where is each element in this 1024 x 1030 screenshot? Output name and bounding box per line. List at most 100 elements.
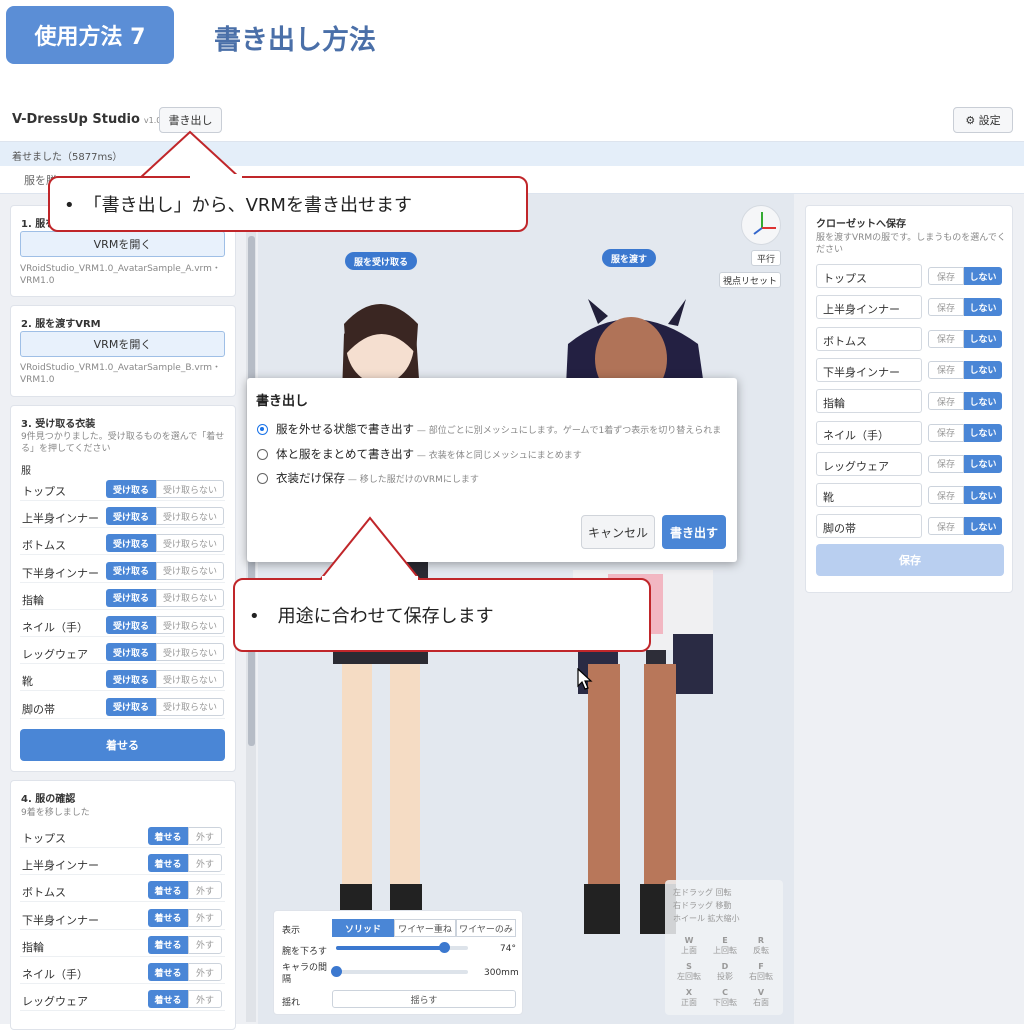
reset-view-button[interactable]: 視点リセット bbox=[719, 272, 781, 288]
closet-row: トップス 保存 しない bbox=[816, 264, 1004, 288]
skip-save-toggle[interactable]: しない bbox=[964, 267, 1002, 285]
save-toggle[interactable]: 保存 bbox=[928, 423, 964, 442]
skip-save-toggle[interactable]: しない bbox=[964, 392, 1002, 411]
skip-toggle[interactable]: 受け取らない bbox=[156, 588, 224, 607]
confirm-row: レッグウェア 着せる 外す bbox=[20, 989, 225, 1012]
item-label: 指輪 bbox=[816, 389, 922, 414]
skip-toggle[interactable]: 受け取らない bbox=[156, 697, 224, 716]
skip-toggle[interactable]: 受け取らない bbox=[156, 643, 224, 662]
skip-save-toggle[interactable]: しない bbox=[964, 423, 1002, 442]
receive-file-name: VRoidStudio_VRM1.0_AvatarSample_A.vrm・VR… bbox=[20, 264, 221, 286]
save-toggle[interactable]: 保存 bbox=[928, 392, 964, 411]
axis-gizmo[interactable] bbox=[741, 205, 781, 245]
help-line: 左ドラッグ 回転 bbox=[673, 888, 732, 897]
mode-wire-overlay[interactable]: ワイヤー重ね bbox=[394, 919, 456, 937]
receive-toggle[interactable]: 受け取る bbox=[106, 616, 156, 634]
save-toggle[interactable]: 保存 bbox=[928, 486, 964, 505]
skip-save-toggle[interactable]: しない bbox=[964, 298, 1002, 317]
sway-button[interactable]: 揺らす bbox=[332, 990, 516, 1008]
gap-slider-track[interactable] bbox=[336, 970, 468, 974]
key-action: 下回転 bbox=[713, 998, 737, 1007]
skip-toggle[interactable]: 受け取らない bbox=[156, 616, 224, 634]
gap-label: キャラの間隔 bbox=[282, 963, 328, 985]
wear-toggle[interactable]: 着せる bbox=[148, 908, 188, 927]
radio-button[interactable] bbox=[257, 424, 268, 435]
mode-wire-only[interactable]: ワイヤーのみ bbox=[456, 919, 516, 937]
skip-save-toggle[interactable]: しない bbox=[964, 329, 1002, 348]
skip-toggle[interactable]: 受け取らない bbox=[156, 670, 224, 689]
receive-toggle[interactable]: 受け取る bbox=[106, 643, 156, 662]
confirm-row: 上半身インナー 着せる 外す bbox=[20, 853, 225, 876]
skip-save-toggle[interactable]: しない bbox=[964, 517, 1002, 536]
receive-toggle[interactable]: 受け取る bbox=[106, 670, 156, 689]
skip-toggle[interactable]: 受け取らない bbox=[156, 507, 224, 526]
item-label: 脚の帯 bbox=[816, 514, 922, 539]
receive-toggle[interactable]: 受け取る bbox=[106, 561, 156, 580]
remove-toggle[interactable]: 外す bbox=[188, 881, 222, 900]
remove-toggle[interactable]: 外す bbox=[188, 854, 222, 873]
open-receive-vrm-button[interactable]: VRMを開く bbox=[20, 231, 225, 257]
remove-toggle[interactable]: 外す bbox=[188, 827, 222, 845]
option-label: 衣装だけ保存 bbox=[276, 471, 345, 485]
receive-toggle[interactable]: 受け取る bbox=[106, 507, 156, 526]
key-action: 上面 bbox=[681, 946, 697, 955]
key-letter: F bbox=[758, 962, 764, 971]
item-label: 靴 bbox=[816, 483, 922, 508]
save-toggle[interactable]: 保存 bbox=[928, 329, 964, 348]
callout-save: • 用途に合わせて保存します bbox=[233, 578, 651, 652]
radio-button[interactable] bbox=[257, 448, 268, 460]
parallel-view-button[interactable]: 平行 bbox=[751, 250, 781, 266]
skip-save-toggle[interactable]: しない bbox=[964, 360, 1002, 379]
apply-button[interactable]: 着せる bbox=[20, 729, 225, 761]
receive-toggle[interactable]: 受け取る bbox=[106, 697, 156, 716]
export-option[interactable]: 衣装だけ保存 — 移した服だけのVRMにします bbox=[257, 470, 479, 486]
item-label: 指輪 bbox=[22, 940, 44, 954]
cancel-button[interactable]: キャンセル bbox=[581, 515, 655, 549]
export-option[interactable]: 体と服をまとめて書き出す — 衣装を体と同じメッシュにまとめます bbox=[257, 446, 582, 462]
wear-toggle[interactable]: 着せる bbox=[148, 827, 188, 845]
receive-toggle[interactable]: 受け取る bbox=[106, 534, 156, 553]
wear-toggle[interactable]: 着せる bbox=[148, 854, 188, 873]
skip-save-toggle[interactable]: しない bbox=[964, 454, 1002, 473]
wear-toggle[interactable]: 着せる bbox=[148, 963, 188, 981]
confirm-export-button[interactable]: 書き出す bbox=[662, 515, 726, 549]
save-toggle[interactable]: 保存 bbox=[928, 267, 964, 285]
remove-toggle[interactable]: 外す bbox=[188, 935, 222, 954]
section-note: 9件見つかりました。受け取るものを選んで「着せる」を押してください bbox=[21, 432, 225, 454]
save-toggle[interactable]: 保存 bbox=[928, 454, 964, 473]
export-button[interactable]: 書き出し bbox=[159, 107, 222, 133]
key-action: 反転 bbox=[753, 946, 769, 955]
save-toggle[interactable]: 保存 bbox=[928, 360, 964, 379]
settings-button[interactable]: ⚙ 設定 bbox=[953, 107, 1013, 133]
save-toggle[interactable]: 保存 bbox=[928, 517, 964, 536]
item-label: ネイル（手） bbox=[816, 420, 922, 445]
remove-toggle[interactable]: 外す bbox=[188, 990, 222, 1009]
closet-save-button[interactable]: 保存 bbox=[816, 544, 1004, 576]
open-give-vrm-button[interactable]: VRMを開く bbox=[20, 331, 225, 357]
item-label: 下半身インナー bbox=[22, 566, 99, 580]
receive-row: レッグウェア 受け取る 受け取らない bbox=[20, 642, 225, 665]
export-option[interactable]: 服を外せる状態で書き出す — 部位ごとに別メッシュにします。ゲームで1着ずつ表示… bbox=[257, 421, 721, 437]
skip-toggle[interactable]: 受け取らない bbox=[156, 480, 224, 498]
remove-toggle[interactable]: 外す bbox=[188, 908, 222, 927]
section-title: 2. 服を渡すVRM bbox=[21, 319, 101, 330]
remove-toggle[interactable]: 外す bbox=[188, 963, 222, 981]
receive-row: 靴 受け取る 受け取らない bbox=[20, 669, 225, 692]
radio-button[interactable] bbox=[257, 473, 268, 484]
key-letter: E bbox=[722, 936, 728, 945]
key-letter: C bbox=[722, 988, 728, 997]
skip-toggle[interactable]: 受け取らない bbox=[156, 534, 224, 553]
gap-slider-knob[interactable] bbox=[331, 966, 342, 977]
skip-toggle[interactable]: 受け取らない bbox=[156, 561, 224, 580]
wear-toggle[interactable]: 着せる bbox=[148, 881, 188, 900]
save-toggle[interactable]: 保存 bbox=[928, 298, 964, 317]
skip-save-toggle[interactable]: しない bbox=[964, 486, 1002, 505]
receive-toggle[interactable]: 受け取る bbox=[106, 588, 156, 607]
receive-toggle[interactable]: 受け取る bbox=[106, 480, 156, 498]
item-label: トップス bbox=[22, 832, 66, 845]
key-hint: C 下回転 bbox=[709, 988, 741, 1008]
wear-toggle[interactable]: 着せる bbox=[148, 990, 188, 1009]
arm-slider-knob[interactable] bbox=[439, 942, 451, 953]
mode-solid[interactable]: ソリッド bbox=[332, 919, 394, 937]
wear-toggle[interactable]: 着せる bbox=[148, 935, 188, 954]
